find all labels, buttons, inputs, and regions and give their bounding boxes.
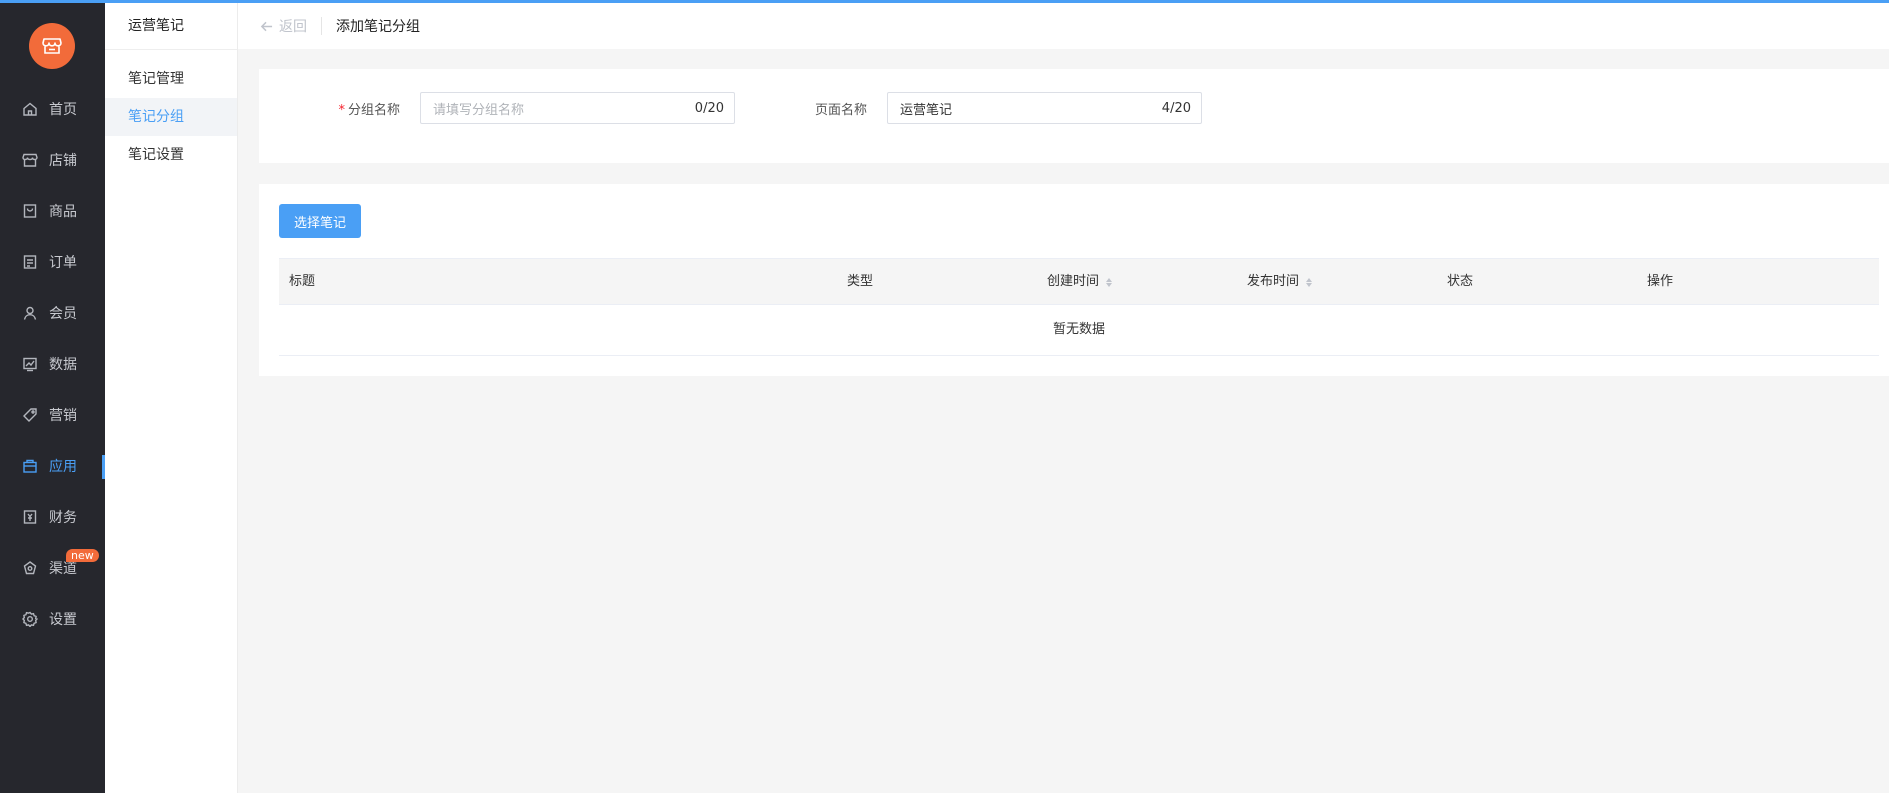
sidebar-item-note-management[interactable]: 笔记管理 [105, 60, 237, 98]
nav-item-settings[interactable]: 设置 [0, 597, 105, 641]
nav-item-label: 数据 [49, 357, 77, 373]
column-header-status: 状态 [1447, 259, 1473, 305]
order-icon [22, 254, 38, 270]
nav-item-label: 应用 [49, 459, 77, 475]
home-icon [22, 101, 38, 117]
nav-item-home[interactable]: 首页 [0, 87, 105, 131]
page-header: 返回 添加笔记分组 [238, 3, 1889, 49]
header-divider [321, 17, 322, 35]
data-icon [22, 356, 38, 372]
member-icon [22, 305, 38, 321]
app-icon [22, 458, 38, 474]
gear-icon [22, 611, 38, 627]
back-button[interactable]: 返回 [260, 16, 307, 36]
shop-logo-icon [42, 38, 62, 54]
page-name-field: 页面名称 运营笔记 4/20 [798, 92, 1202, 124]
arrow-left-icon [260, 21, 273, 31]
sidebar-item-note-settings[interactable]: 笔记设置 [105, 136, 237, 174]
nav-item-goods[interactable]: 商品 [0, 189, 105, 233]
group-name-input[interactable]: 请填写分组名称 0/20 [420, 92, 735, 124]
store-icon [22, 152, 38, 168]
page-name-value: 运营笔记 [900, 102, 953, 118]
nav-item-store[interactable]: 店铺 [0, 138, 105, 182]
goods-icon [22, 203, 38, 219]
sort-icon[interactable] [1106, 277, 1113, 287]
group-name-placeholder: 请填写分组名称 [433, 102, 525, 118]
sort-icon[interactable] [1306, 277, 1313, 287]
new-badge: new [66, 549, 99, 562]
column-header-title: 标题 [289, 259, 315, 305]
page-name-input[interactable]: 运营笔记 4/20 [887, 92, 1202, 124]
group-name-field: * 分组名称 请填写分组名称 0/20 [331, 92, 735, 124]
select-notes-button[interactable]: 选择笔记 [279, 204, 361, 238]
group-name-label: * 分组名称 [331, 99, 400, 118]
notes-table-card: 选择笔记 标题 类型 创建时间 发布时间 状态 操作 暂无数据 [259, 184, 1889, 376]
column-header-label: 标题 [289, 274, 316, 289]
nav-item-label: 商品 [49, 204, 77, 220]
nav-item-member[interactable]: 会员 [0, 291, 105, 335]
shop-logo[interactable] [29, 23, 75, 69]
column-header-actions: 操作 [1647, 259, 1673, 305]
nav-item-data[interactable]: 数据 [0, 342, 105, 386]
page-title: 添加笔记分组 [336, 19, 420, 35]
nav-item-label: 首页 [49, 102, 77, 118]
column-header-label: 类型 [847, 274, 874, 289]
tag-icon [22, 407, 38, 423]
channel-icon [22, 560, 38, 576]
notes-table: 标题 类型 创建时间 发布时间 状态 操作 暂无数据 [279, 258, 1879, 356]
back-label: 返回 [279, 19, 307, 35]
group-name-char-count: 0/20 [694, 100, 724, 116]
nav-item-channel[interactable]: 渠道 new [0, 546, 105, 590]
primary-nav: 首页 店铺 商品 订单 会员 数据 营销 应用 财务 渠道 new 设置 [0, 3, 105, 793]
nav-item-label: 订单 [49, 255, 77, 271]
page-name-char-count: 4/20 [1161, 100, 1191, 116]
group-name-label-text: 分组名称 [347, 102, 400, 118]
nav-item-label: 设置 [49, 612, 77, 628]
table-header: 标题 类型 创建时间 发布时间 状态 操作 [279, 258, 1879, 305]
finance-icon [22, 509, 38, 525]
nav-item-finance[interactable]: 财务 [0, 495, 105, 539]
page-name-label: 页面名称 [814, 102, 867, 118]
column-header-label: 操作 [1647, 274, 1674, 289]
column-header-published-time[interactable]: 发布时间 [1247, 259, 1313, 305]
required-mark: * [338, 102, 345, 118]
column-header-created-time[interactable]: 创建时间 [1047, 259, 1113, 305]
sidebar-title: 运营笔记 [105, 3, 237, 50]
group-form-card: * 分组名称 请填写分组名称 0/20 页面名称 运营笔记 4/20 [259, 69, 1889, 163]
column-header-type: 类型 [847, 259, 873, 305]
nav-item-order[interactable]: 订单 [0, 240, 105, 284]
nav-item-app[interactable]: 应用 [0, 444, 105, 488]
table-empty-state: 暂无数据 [279, 305, 1879, 356]
column-header-label: 创建时间 [1047, 274, 1100, 289]
sidebar-item-note-groups[interactable]: 笔记分组 [105, 98, 237, 136]
secondary-sidebar: 运营笔记 笔记管理 笔记分组 笔记设置 [105, 3, 238, 793]
nav-item-label: 店铺 [49, 153, 77, 169]
nav-item-label: 营销 [49, 408, 77, 424]
nav-item-marketing[interactable]: 营销 [0, 393, 105, 437]
nav-item-label: 会员 [49, 306, 77, 322]
column-header-label: 状态 [1447, 274, 1474, 289]
column-header-label: 发布时间 [1247, 274, 1300, 289]
nav-item-label: 财务 [49, 510, 77, 526]
